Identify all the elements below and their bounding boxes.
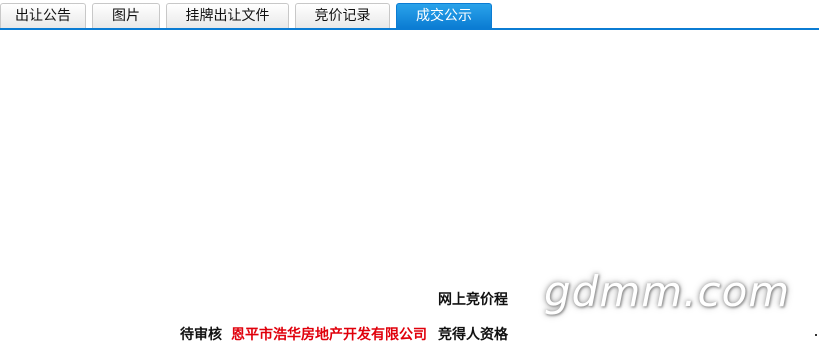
site-watermark: gdmm.com [544,267,791,316]
tab-bar: 出让公告 图片 挂牌出让文件 竞价记录 成交公示 [0,0,819,30]
tab-transfer-announcement[interactable]: 出让公告 [0,3,86,28]
tab-pictures[interactable]: 图片 [92,3,160,28]
tab-listing-transfer-documents[interactable]: 挂牌出让文件 [166,3,289,28]
company-name: 恩平市浩华房地产开发有限公司 [231,327,427,343]
tab-bidding-record[interactable]: 竞价记录 [295,3,390,28]
tab-underline [0,28,819,30]
bidder-qualification-label: 竞得人资格 [438,327,508,343]
online-bid-process-label: 网上竞价程 [438,292,508,308]
tab-deal-publicity[interactable]: 成交公示 [396,3,492,28]
status-text: 待审核 [180,327,222,343]
stray-dot [815,334,817,336]
